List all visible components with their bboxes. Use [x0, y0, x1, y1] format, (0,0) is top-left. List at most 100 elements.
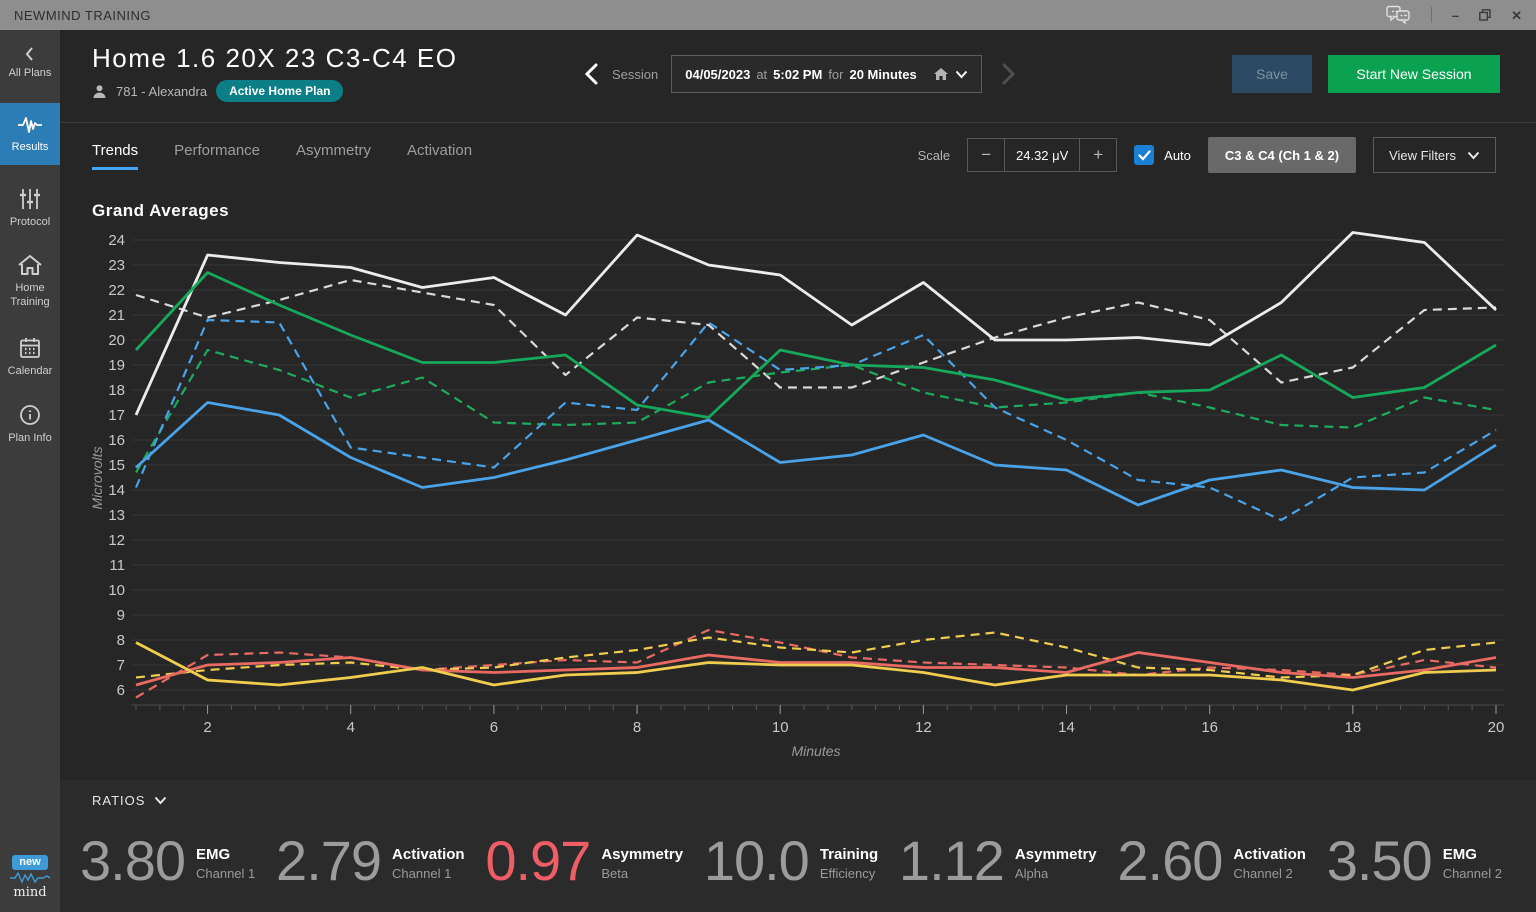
session-at: at: [756, 67, 767, 82]
session-date: 04/05/2023: [685, 67, 750, 82]
chevron-down-icon: [154, 796, 167, 805]
plan-subheader: 781 - Alexandra Active Home Plan: [92, 80, 343, 102]
waveform-icon: [17, 114, 43, 136]
series-green-solid: [136, 273, 1496, 418]
ratio-value: 1.12: [899, 833, 1004, 889]
sidebar-item-plan-info[interactable]: Plan Info: [0, 403, 60, 446]
ratios-panel: RATIOS 3.80EMGChannel 12.79ActivationCha…: [60, 780, 1536, 912]
previous-session-button[interactable]: [584, 63, 599, 85]
ratio-label: EMG: [196, 846, 255, 863]
sidebar-item-label: Results: [10, 141, 51, 155]
tab-activation[interactable]: Activation: [407, 142, 472, 170]
x-axis-tick-label: 10: [772, 719, 789, 736]
calendar-icon: [18, 336, 42, 360]
ratio-sublabel: Channel 1: [392, 866, 465, 881]
scale-stepper: − 24.32 μV +: [967, 138, 1117, 172]
titlebar: NEWMIND TRAINING – ✕: [0, 0, 1536, 30]
view-filters-button[interactable]: View Filters: [1373, 137, 1496, 173]
ratio-value: 3.50: [1327, 833, 1432, 889]
sidebar-item-label: Plan Info: [6, 432, 53, 446]
session-duration: 20 Minutes: [849, 67, 916, 82]
y-axis-tick-label: 17: [108, 407, 125, 424]
active-plan-badge: Active Home Plan: [216, 80, 343, 102]
scale-increase-button[interactable]: +: [1080, 139, 1116, 171]
sidebar-item-all-plans[interactable]: All Plans: [0, 46, 60, 81]
minimize-button[interactable]: –: [1452, 9, 1459, 22]
results-tabs: Trends Performance Asymmetry Activation: [92, 142, 472, 170]
next-session-button[interactable]: [1001, 63, 1016, 85]
tab-asymmetry[interactable]: Asymmetry: [296, 142, 371, 170]
chevron-down-icon[interactable]: [955, 70, 968, 79]
ratio-metric-emg-channel-1: 3.80EMGChannel 1: [80, 833, 255, 889]
ratio-sublabel: Channel 2: [1233, 866, 1306, 881]
sidebar-item-label: Home Training: [0, 282, 60, 310]
y-axis-tick-label: 20: [108, 332, 125, 349]
sidebar-item-protocol[interactable]: Protocol: [0, 187, 60, 230]
scale-value: 24.32 μV: [1004, 139, 1080, 171]
y-axis-tick-label: 10: [108, 582, 125, 599]
ratio-label: Asymmetry: [601, 846, 683, 863]
y-axis-tick-label: 7: [117, 657, 125, 674]
y-axis-tick-label: 16: [108, 432, 125, 449]
app-title: NEWMIND TRAINING: [14, 8, 151, 23]
y-axis-tick-label: 6: [117, 682, 125, 699]
series-yellow-dashed: [136, 633, 1496, 678]
tab-trends[interactable]: Trends: [92, 142, 138, 170]
close-button[interactable]: ✕: [1511, 9, 1522, 22]
y-axis-tick-label: 14: [108, 482, 125, 499]
y-axis-tick-label: 11: [109, 557, 125, 574]
ratio-label: Activation: [1233, 846, 1306, 863]
info-icon: [18, 403, 42, 427]
auto-label: Auto: [1164, 148, 1191, 163]
main-content: Home 1.6 20X 23 C3-C4 EO 781 - Alexandra…: [60, 30, 1536, 912]
y-axis-tick-label: 18: [108, 382, 125, 399]
sidebar-item-results[interactable]: Results: [0, 103, 60, 165]
ratio-value: 10.0: [704, 833, 809, 889]
ratio-value: 2.79: [276, 833, 381, 889]
y-axis-title: Microvolts: [92, 446, 105, 509]
y-axis-tick-label: 21: [108, 307, 125, 324]
y-axis-tick-label: 23: [108, 257, 125, 274]
ratio-label: Asymmetry: [1015, 846, 1097, 863]
y-axis-tick-label: 9: [117, 607, 125, 624]
home-session-icon: [933, 67, 949, 81]
x-axis-tick-label: 18: [1344, 719, 1361, 736]
sidebar-item-label: Protocol: [8, 216, 52, 230]
save-button[interactable]: Save: [1232, 55, 1312, 93]
session-selector[interactable]: 04/05/2023 at 5:02 PM for 20 Minutes: [671, 55, 981, 93]
session-time: 5:02 PM: [773, 67, 822, 82]
client-name: 781 - Alexandra: [116, 84, 207, 99]
logo-mind-text: mind: [13, 885, 46, 900]
channels-button[interactable]: C3 & C4 (Ch 1 & 2): [1208, 137, 1356, 173]
x-axis-tick-label: 14: [1058, 719, 1075, 736]
sidebar-item-label: All Plans: [7, 67, 54, 81]
ratio-value: 0.97: [485, 833, 590, 889]
tab-performance[interactable]: Performance: [174, 142, 260, 170]
chart-title: Grand Averages: [92, 201, 229, 221]
auto-checkbox[interactable]: [1134, 145, 1154, 165]
start-new-session-button[interactable]: Start New Session: [1328, 55, 1500, 93]
sidebar-item-calendar[interactable]: Calendar: [0, 336, 60, 379]
x-axis-tick-label: 8: [633, 719, 641, 736]
ratio-label: EMG: [1443, 846, 1502, 863]
scale-decrease-button[interactable]: −: [968, 139, 1004, 171]
trends-chart: 6789101112131415161718192021222324246810…: [92, 228, 1522, 776]
ratios-header[interactable]: RATIOS: [92, 793, 167, 808]
x-axis-tick-label: 6: [490, 719, 498, 736]
person-icon: [92, 84, 107, 99]
y-axis-tick-label: 15: [108, 457, 125, 474]
sliders-icon: [18, 187, 42, 211]
series-white-dashed: [136, 280, 1496, 388]
x-axis-tick-label: 12: [915, 719, 932, 736]
ratio-sublabel: Alpha: [1015, 866, 1097, 881]
feedback-chat-icon[interactable]: [1385, 5, 1411, 25]
ratio-metric-asymmetry-alpha: 1.12 Asymmetry Alpha: [899, 833, 1097, 889]
ratio-label: Activation: [392, 846, 465, 863]
ratio-metrics: 3.80EMGChannel 12.79ActivationChannel 10…: [80, 816, 1502, 906]
restore-button[interactable]: [1479, 9, 1491, 21]
ratios-title: RATIOS: [92, 793, 145, 808]
ratio-metric-asymmetry-beta: 0.97AsymmetryBeta: [485, 833, 683, 889]
ratio-sublabel: Channel 1: [196, 866, 255, 881]
sidebar-item-home-training[interactable]: Home Training: [0, 253, 60, 310]
y-axis-tick-label: 8: [117, 632, 125, 649]
